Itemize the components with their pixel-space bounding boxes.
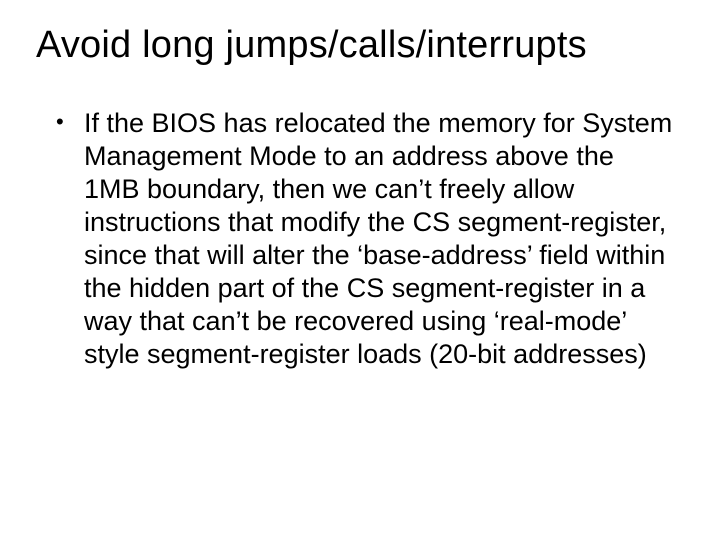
slide-title: Avoid long jumps/calls/interrupts [36, 24, 684, 67]
bullet-list: If the BIOS has relocated the memory for… [36, 107, 684, 371]
slide: Avoid long jumps/calls/interrupts If the… [0, 0, 720, 540]
bullet-item: If the BIOS has relocated the memory for… [54, 107, 676, 371]
